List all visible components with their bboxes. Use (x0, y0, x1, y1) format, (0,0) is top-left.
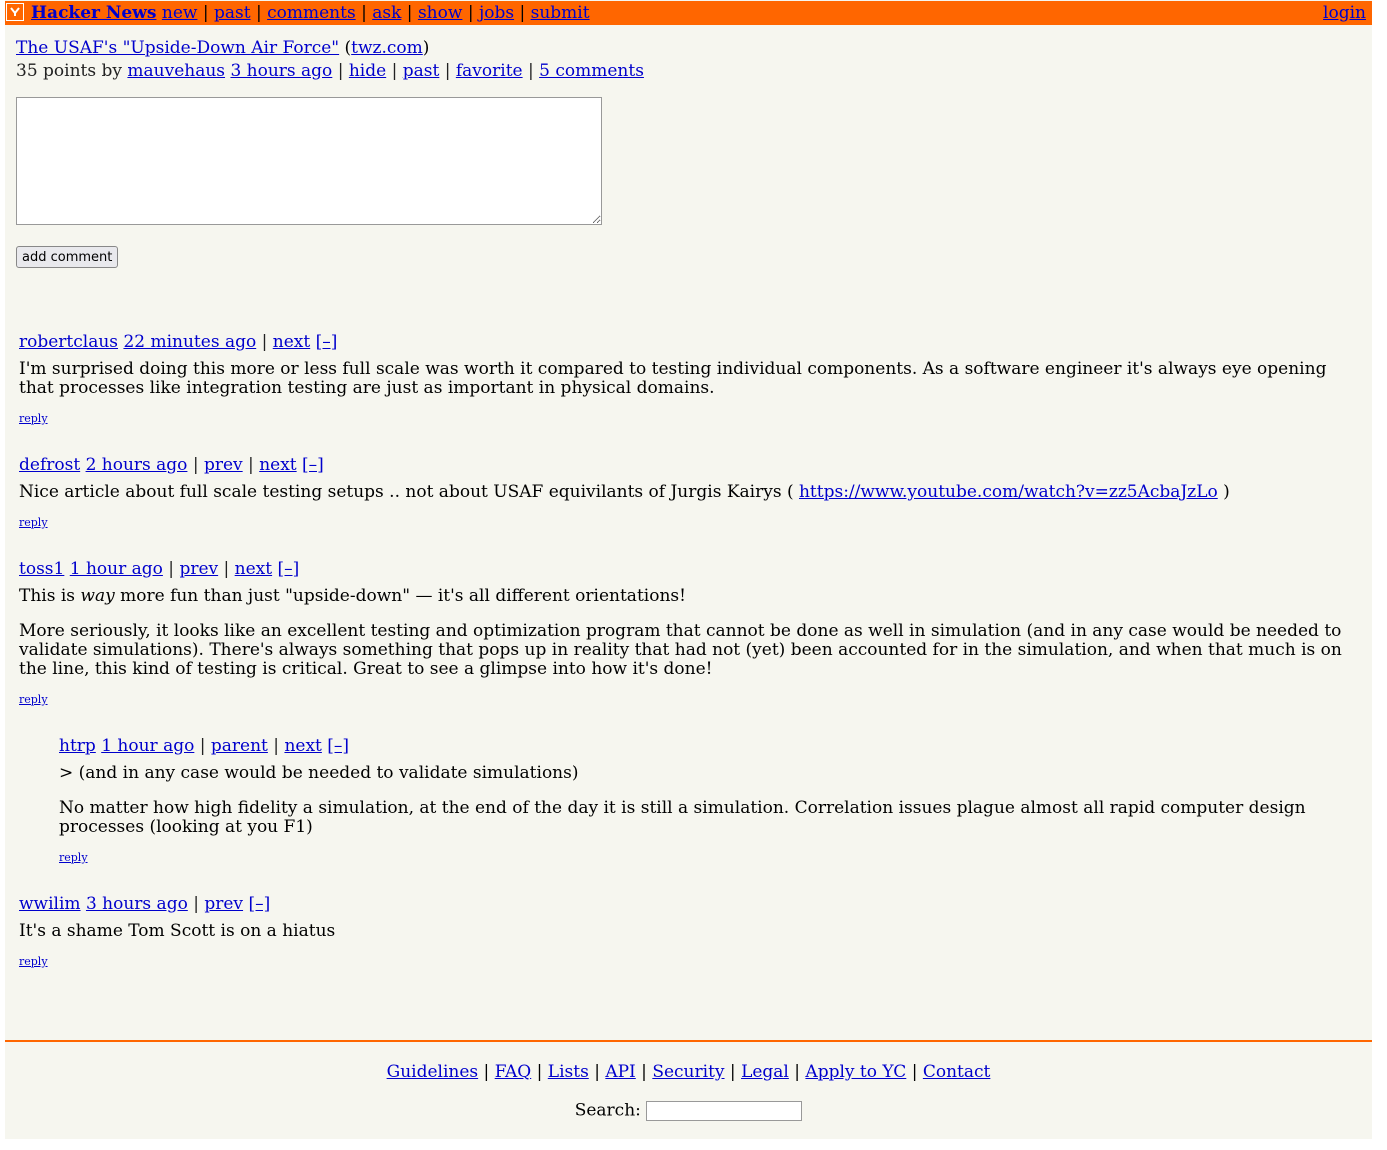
comment-text-span: This is (19, 586, 81, 606)
comment-text: This is way more fun than just "upside-d… (19, 587, 1367, 679)
search-form: Search: (5, 1100, 1372, 1121)
footer-lists-link[interactable]: Lists (548, 1062, 589, 1082)
story-author-link[interactable]: mauvehaus (127, 61, 225, 81)
footer-contact-link[interactable]: Contact (923, 1062, 991, 1082)
comment-user-link[interactable]: htrp (59, 736, 96, 756)
comment-head: wwilim 3 hours ago | prev [–] (19, 894, 271, 914)
search-input[interactable] (646, 1100, 803, 1121)
story-title-row: The USAF's "Upside-Down Air Force" (twz.… (16, 38, 430, 58)
nav-ask[interactable]: ask (372, 3, 401, 23)
comment-paragraph: Nice article about full scale testing se… (19, 483, 1354, 502)
comment-paragraph: It's a shame Tom Scott is on a hiatus (19, 921, 336, 941)
comments-count-link[interactable]: 5 comments (539, 61, 644, 81)
footer-legal-link[interactable]: Legal (741, 1062, 789, 1082)
comment-text: It's a shame Tom Scott is on a hiatus (19, 922, 1354, 941)
comment-next-link[interactable]: next (235, 559, 272, 579)
comment-paragraph: No matter how high fidelity a simulation… (59, 798, 1306, 837)
nav-comments[interactable]: comments (267, 3, 356, 23)
collapse-toggle[interactable]: [–] (302, 455, 324, 475)
footer-faq-link[interactable]: FAQ (495, 1062, 532, 1082)
footer-apply-link[interactable]: Apply to YC (805, 1062, 906, 1082)
comment-paragraph: More seriously, it looks like an excelle… (19, 621, 1342, 679)
nav-new[interactable]: new (162, 3, 198, 23)
comment-age-link[interactable]: 1 hour ago (101, 736, 194, 756)
nav-jobs[interactable]: jobs (479, 3, 514, 23)
nav-past[interactable]: past (214, 3, 251, 23)
comment-age-link[interactable]: 2 hours ago (86, 455, 188, 475)
search-label: Search: (574, 1100, 641, 1121)
comment-text: I'm surprised doing this more or less fu… (19, 360, 1354, 398)
youtube-link[interactable]: https://www.youtube.com/watch?v=zz5AcbaJ… (799, 482, 1218, 502)
nav-submit[interactable]: submit (531, 3, 590, 23)
comment-text-span: Nice article about full scale testing se… (19, 482, 799, 502)
comment-age-link[interactable]: 3 hours ago (86, 894, 188, 914)
story-site-link[interactable]: twz.com (351, 38, 423, 58)
login-link[interactable]: login (1323, 1, 1366, 25)
comment-head: htrp 1 hour ago | parent | next [–] (59, 736, 350, 756)
footer-divider (5, 1040, 1372, 1042)
footer-guidelines-link[interactable]: Guidelines (387, 1062, 479, 1082)
comment-prev-link[interactable]: prev (204, 455, 243, 475)
story-subtext: 35 points by mauvehaus 3 hours ago | hid… (16, 61, 644, 81)
story-points: 35 points by (16, 61, 122, 81)
comment-paragraph: I'm surprised doing this more or less fu… (19, 359, 1327, 398)
comment-item: robertclaus 22 minutes ago | next [–] I'… (19, 333, 1354, 426)
collapse-toggle[interactable]: [–] (327, 736, 349, 756)
comment-age-link[interactable]: 1 hour ago (70, 559, 163, 579)
comment-text: > (and in any case would be needed to va… (59, 764, 1349, 837)
past-link[interactable]: past (403, 61, 440, 81)
comment-paragraph: This is way more fun than just "upside-d… (19, 587, 1367, 606)
story-age-link[interactable]: 3 hours ago (230, 61, 332, 81)
comment-reply-link[interactable]: reply (19, 516, 48, 529)
comment-age-link[interactable]: 22 minutes ago (123, 332, 256, 352)
top-nav: Hacker News new | past | comments | ask … (31, 3, 590, 23)
story-title-link[interactable]: The USAF's "Upside-Down Air Force" (16, 38, 339, 58)
emphasis-text: way (80, 586, 115, 606)
comment-prev-link[interactable]: prev (179, 559, 218, 579)
nav-show[interactable]: show (418, 3, 462, 23)
comment-user-link[interactable]: defrost (19, 455, 80, 475)
comment-textarea[interactable] (16, 97, 602, 225)
collapse-toggle[interactable]: [–] (278, 559, 300, 579)
comment-head: robertclaus 22 minutes ago | next [–] (19, 332, 338, 352)
comment-next-link[interactable]: next (284, 736, 321, 756)
comment-paragraph: > (and in any case would be needed to va… (59, 763, 579, 783)
collapse-toggle[interactable]: [–] (248, 894, 270, 914)
comment-parent-link[interactable]: parent (211, 736, 268, 756)
comment-reply-link[interactable]: reply (19, 955, 48, 968)
comment-user-link[interactable]: wwilim (19, 894, 81, 914)
comment-text-span: ) (1217, 482, 1230, 502)
favorite-link[interactable]: favorite (456, 61, 523, 81)
comment-user-link[interactable]: robertclaus (19, 332, 118, 352)
comment-item: toss1 1 hour ago | prev | next [–] This … (19, 560, 1367, 707)
comment-item: defrost 2 hours ago | prev | next [–] Ni… (19, 456, 1354, 530)
comment-text-span: more fun than just "upside-down" — it's … (114, 586, 686, 606)
comment-next-link[interactable]: next (259, 455, 296, 475)
comment-item: wwilim 3 hours ago | prev [–] It's a sha… (19, 895, 1354, 969)
footer-security-link[interactable]: Security (652, 1062, 724, 1082)
comment-reply-link[interactable]: reply (19, 693, 48, 706)
y-logo-icon[interactable] (6, 3, 24, 21)
comment-next-link[interactable]: next (273, 332, 310, 352)
page: Hacker News new | past | comments | ask … (5, 0, 1372, 1139)
comment-reply-link[interactable]: reply (59, 851, 88, 864)
comment-head: toss1 1 hour ago | prev | next [–] (19, 559, 300, 579)
comment-prev-link[interactable]: prev (204, 894, 243, 914)
brand-link[interactable]: Hacker News (31, 3, 156, 23)
add-comment-button[interactable]: add comment (16, 246, 119, 268)
collapse-toggle[interactable]: [–] (316, 332, 338, 352)
top-bar: Hacker News new | past | comments | ask … (5, 1, 1372, 25)
comment-reply-link[interactable]: reply (19, 412, 48, 425)
hide-link[interactable]: hide (349, 61, 386, 81)
footer-links: Guidelines | FAQ | Lists | API | Securit… (386, 1062, 991, 1082)
comment-head: defrost 2 hours ago | prev | next [–] (19, 455, 324, 475)
comment-text: Nice article about full scale testing se… (19, 483, 1354, 502)
comment-user-link[interactable]: toss1 (19, 559, 64, 579)
footer-api-link[interactable]: API (605, 1062, 635, 1082)
comment-item-nested: htrp 1 hour ago | parent | next [–] > (a… (59, 737, 1349, 865)
